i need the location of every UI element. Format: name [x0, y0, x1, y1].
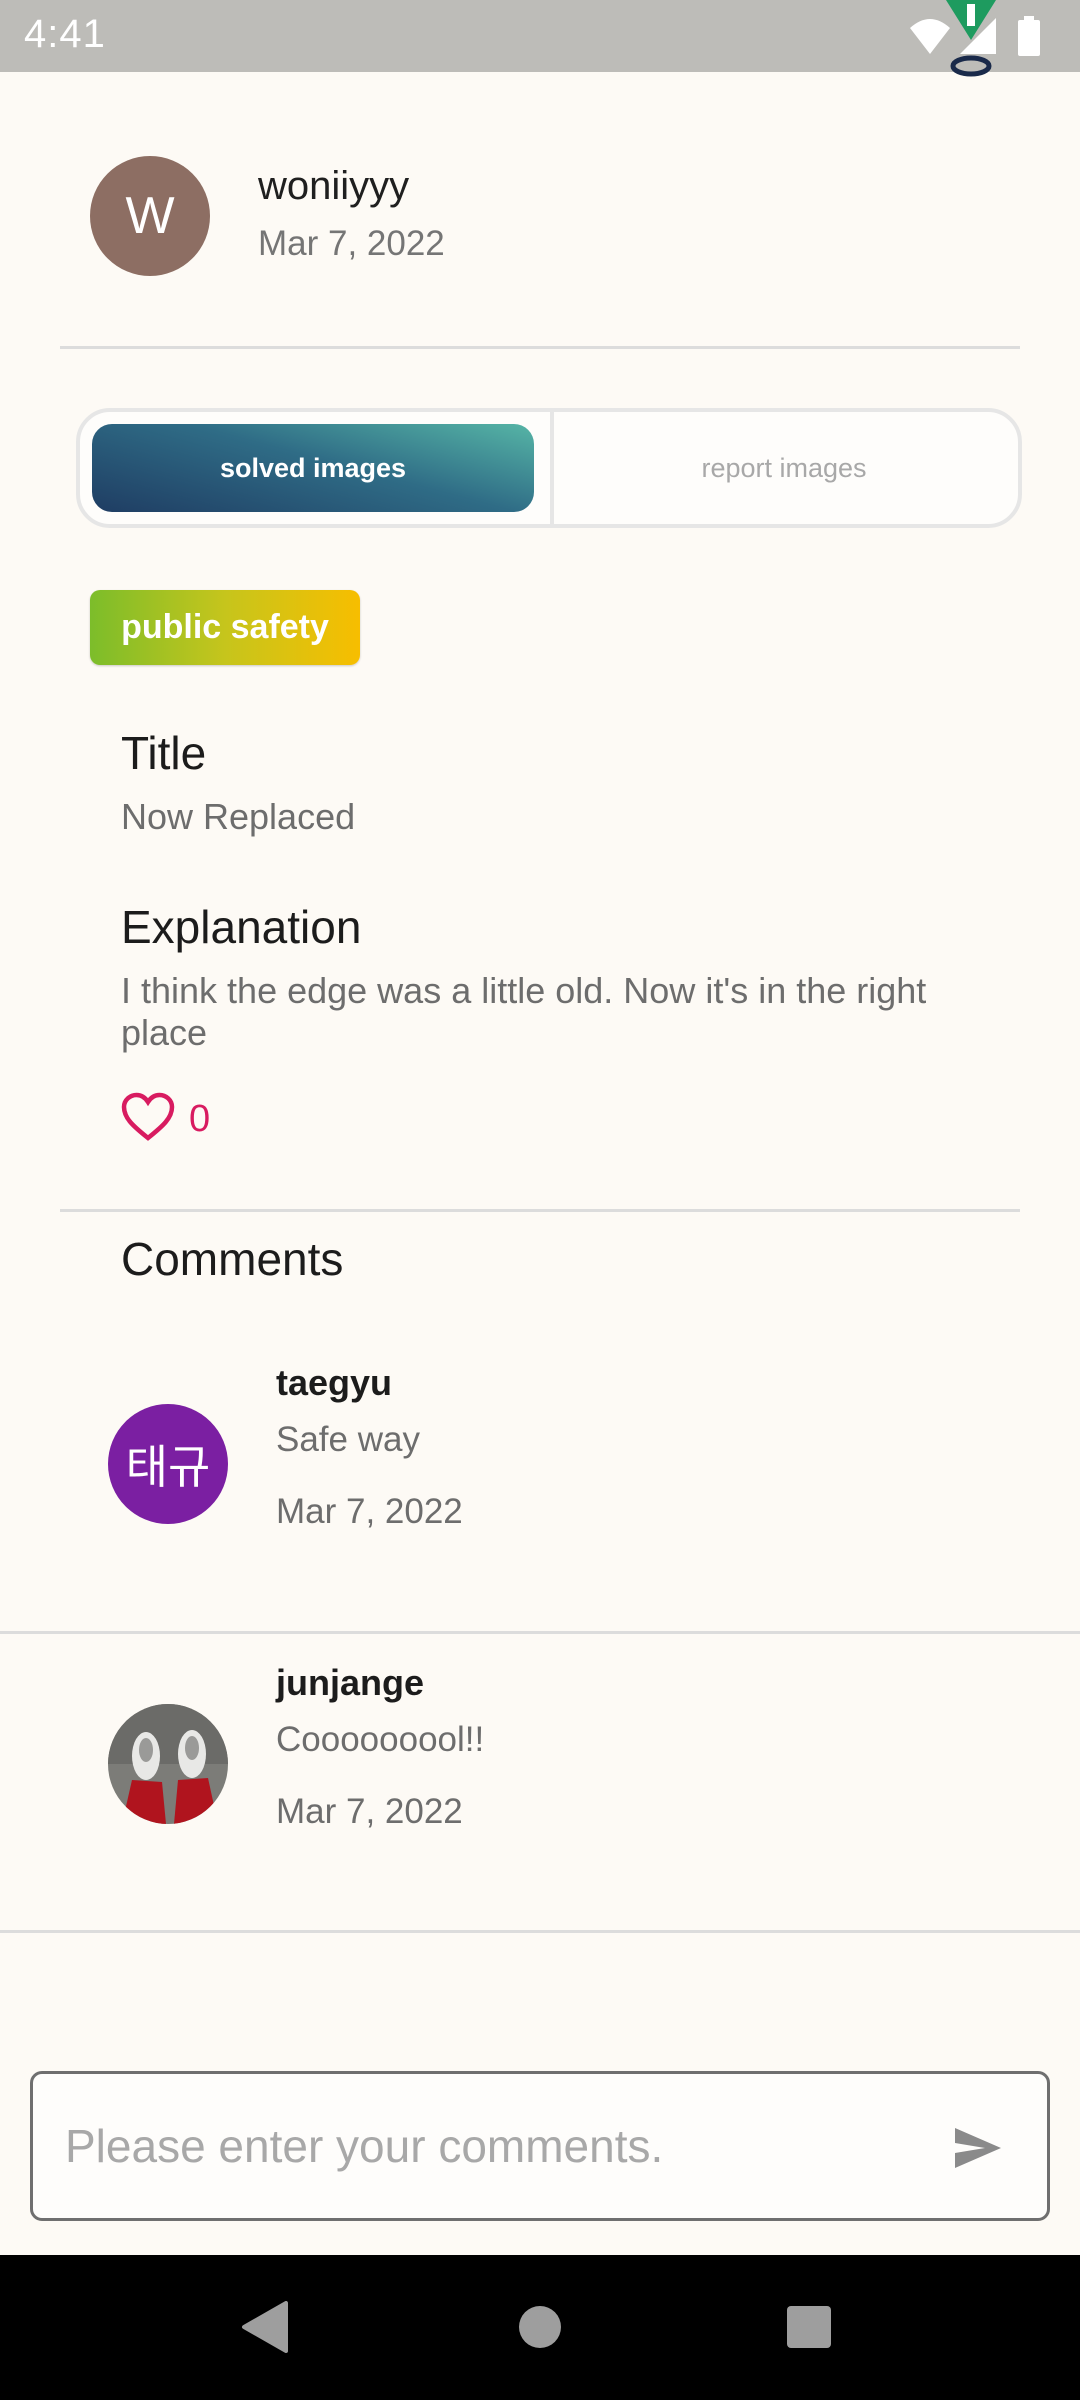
explanation-label: Explanation: [121, 901, 362, 953]
like-row: 0: [121, 1092, 321, 1148]
system-nav-bar: [0, 2255, 1080, 2400]
post-detail-page: W woniiyyy Mar 7, 2022 solved images rep…: [0, 72, 1080, 2255]
author-avatar[interactable]: W: [90, 156, 210, 276]
nav-home-icon[interactable]: [518, 2305, 562, 2349]
author-name: woniiyyy: [258, 164, 410, 208]
comment-item: 태규 taegyu Safe way Mar 7, 2022: [0, 1362, 1080, 1662]
comments-divider: [60, 1209, 1020, 1212]
post-author-row[interactable]: W woniiyyy Mar 7, 2022: [90, 156, 990, 276]
author-divider: [60, 346, 1020, 349]
comment-avatar-photo[interactable]: [108, 1704, 228, 1824]
comment-author: taegyu: [276, 1362, 393, 1403]
comment-text: Safe way: [276, 1420, 420, 1459]
send-icon[interactable]: [953, 2126, 1003, 2170]
heart-icon[interactable]: [121, 1092, 175, 1142]
status-time: 4:41: [24, 12, 106, 56]
title-value: Now Replaced: [121, 796, 356, 837]
like-count: 0: [189, 1098, 211, 1140]
explanation-value: I think the edge was a little old. Now i…: [121, 970, 927, 1053]
image-type-toggle: solved images report images: [76, 408, 1022, 528]
comment-divider: [0, 1930, 1080, 1933]
category-badge: public safety: [90, 590, 360, 665]
comment-date: Mar 7, 2022: [276, 1792, 463, 1831]
comment-author: junjange: [276, 1662, 425, 1703]
nav-back-icon[interactable]: [240, 2301, 288, 2353]
comment-divider: [0, 1631, 1080, 1634]
tab-report-images[interactable]: report images: [554, 424, 1014, 512]
sneakers-photo-icon: [108, 1704, 228, 1824]
comment-date: Mar 7, 2022: [276, 1492, 463, 1531]
comment-input-box: [30, 2071, 1050, 2221]
battery-icon: [1018, 16, 1040, 56]
tab-solved-images[interactable]: solved images: [92, 424, 534, 512]
status-icons: [908, 0, 1058, 77]
comment-input[interactable]: [63, 2104, 923, 2188]
notification-marker-icon: [946, 0, 996, 77]
comments-heading: Comments: [121, 1233, 344, 1285]
comment-avatar[interactable]: 태규: [108, 1404, 228, 1524]
comment-text: Cooooooool!!: [276, 1720, 485, 1759]
nav-recents-icon[interactable]: [786, 2305, 832, 2349]
comment-item: junjange Cooooooool!! Mar 7, 2022: [0, 1662, 1080, 1962]
post-date: Mar 7, 2022: [258, 224, 445, 263]
status-bar: 4:41: [0, 0, 1080, 77]
title-label: Title: [121, 727, 207, 779]
